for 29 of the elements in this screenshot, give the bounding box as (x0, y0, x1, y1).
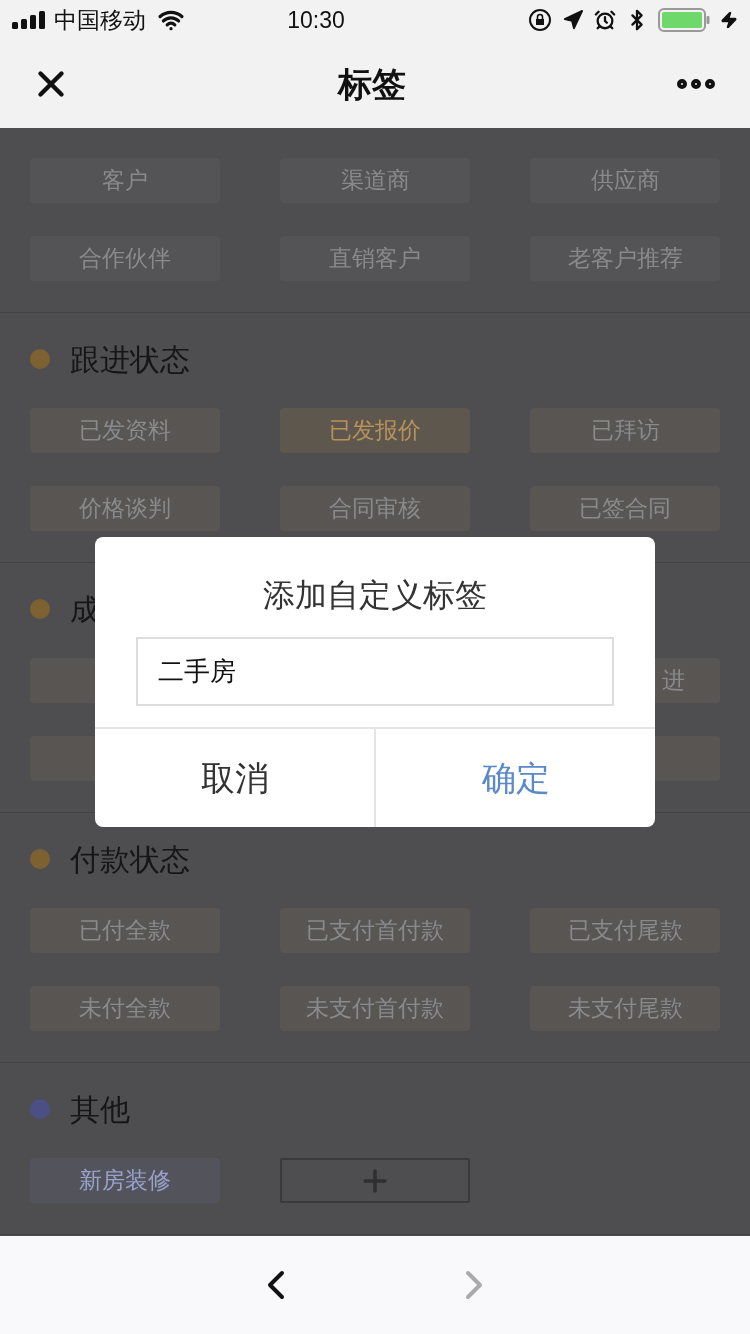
location-arrow-icon (562, 9, 584, 31)
dialog-title: 添加自定义标签 (263, 576, 487, 615)
carrier-name: 中国移动 (54, 5, 146, 35)
tag[interactable]: 新房装修 (30, 1158, 220, 1203)
rotation-lock-icon (528, 8, 552, 32)
tag[interactable]: 已签合同 (530, 486, 720, 531)
tag[interactable]: 已拜访 (530, 408, 720, 453)
page-title: 标签 (338, 63, 406, 105)
clock-time: 10:30 (287, 5, 345, 35)
section-title: 跟进状态 (70, 341, 190, 378)
section-title: 付款状态 (70, 841, 190, 878)
tag[interactable]: 未支付尾款 (530, 986, 720, 1031)
battery-icon (658, 8, 710, 32)
section-title: 其他 (70, 1091, 130, 1128)
tag[interactable]: 未支付首付款 (280, 986, 470, 1031)
tag[interactable]: 价格谈判 (30, 486, 220, 531)
tag[interactable]: 合同审核 (280, 486, 470, 531)
cancel-button[interactable]: 取消 (95, 729, 374, 827)
tag-name-input[interactable]: 二手房 (136, 637, 614, 706)
confirm-button[interactable]: 确定 (374, 729, 655, 827)
tag[interactable]: 未付全款 (30, 986, 220, 1031)
tag[interactable]: 已支付尾款 (530, 908, 720, 953)
alarm-clock-icon (594, 9, 616, 31)
tag[interactable]: 已付全款 (30, 908, 220, 953)
tag[interactable]: 已支付首付款 (280, 908, 470, 953)
tag[interactable]: 已发报价 (280, 408, 470, 453)
tag[interactable]: 已发资料 (30, 408, 220, 453)
signal-icon (12, 11, 46, 29)
charging-icon (720, 11, 738, 29)
